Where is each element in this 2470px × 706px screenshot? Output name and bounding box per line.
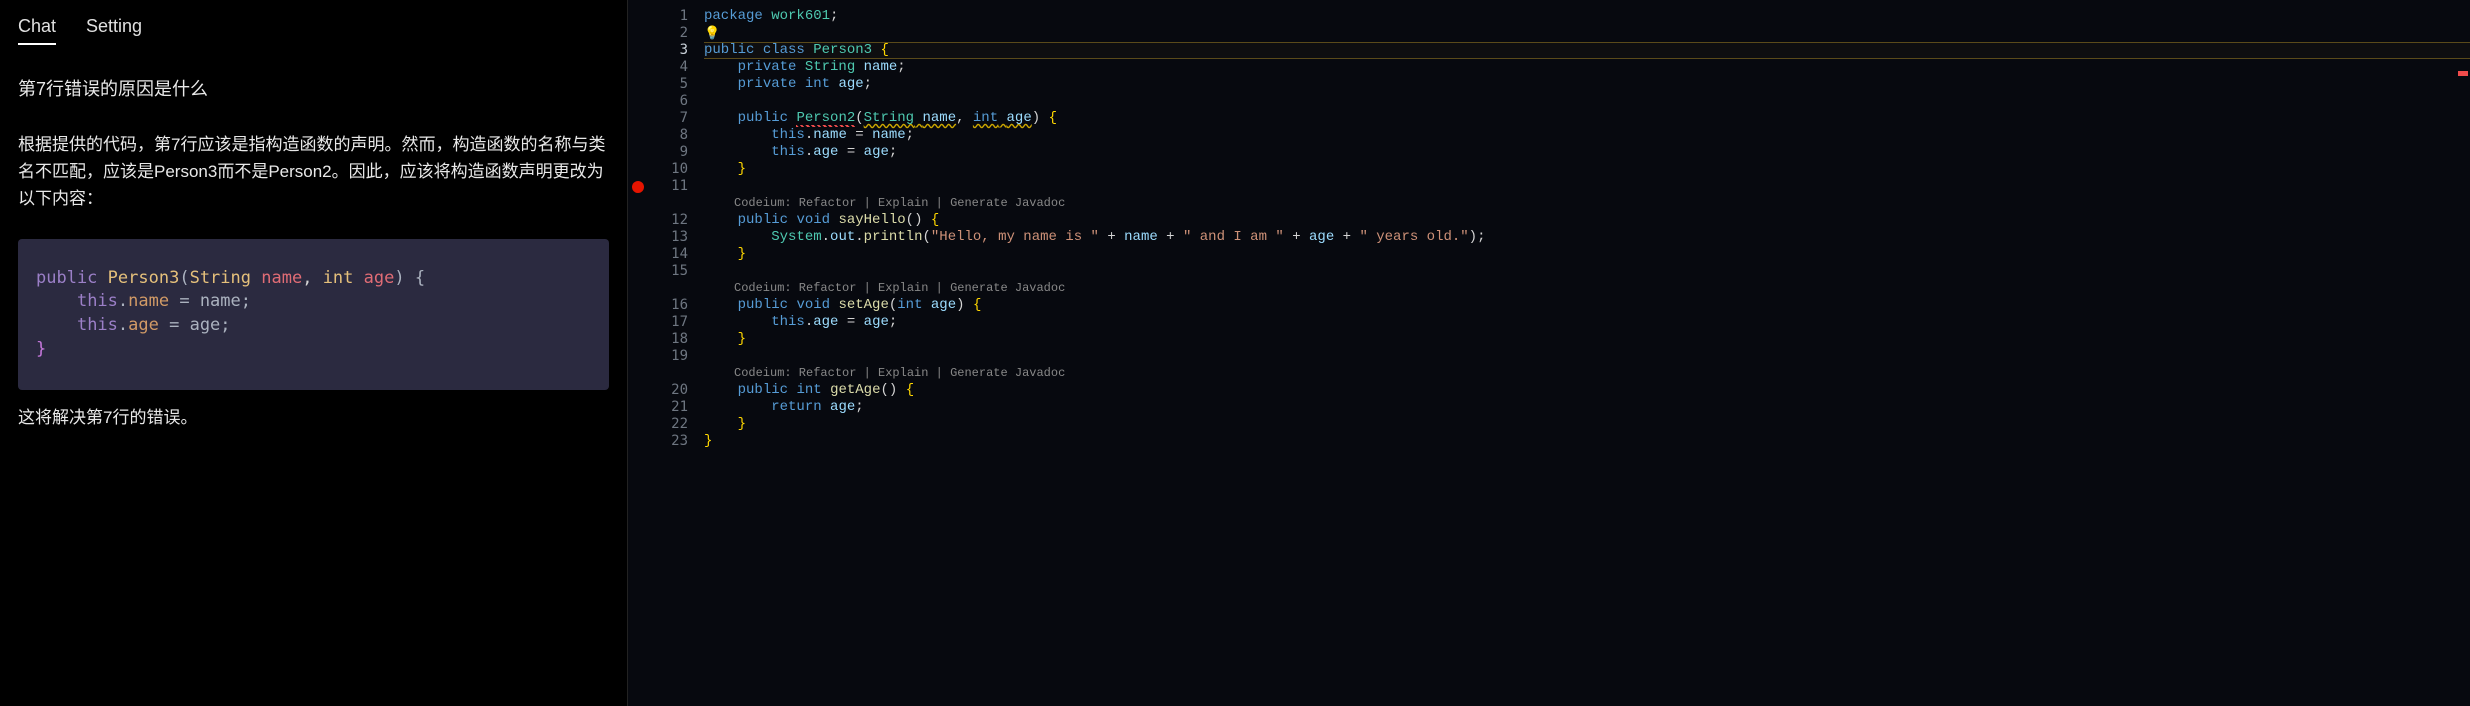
editor-tabbar (628, 0, 2470, 8)
tab-chat[interactable]: Chat (18, 10, 56, 45)
chat-panel: Chat Setting 第7行错误的原因是什么 根据提供的代码，第7行应该是指… (0, 0, 627, 706)
editor-body[interactable]: 1234567891011121314151617181920212223 pa… (628, 8, 2470, 706)
minimap[interactable] (2390, 16, 2470, 136)
codelens[interactable]: Codeium: Refactor | Explain | Generate J… (704, 195, 2470, 212)
line-numbers: 1234567891011121314151617181920212223 (650, 8, 698, 706)
code-editor: 1234567891011121314151617181920212223 pa… (627, 0, 2470, 706)
suggested-code-block: public Person3(String name, int age) { t… (18, 239, 609, 390)
codelens[interactable]: Codeium: Refactor | Explain | Generate J… (704, 365, 2470, 382)
error-marker[interactable] (2458, 71, 2468, 76)
breakpoint-column[interactable] (628, 8, 650, 706)
tab-setting[interactable]: Setting (86, 10, 142, 45)
user-question: 第7行错误的原因是什么 (18, 75, 609, 101)
codelens[interactable]: Codeium: Refactor | Explain | Generate J… (704, 280, 2470, 297)
assistant-answer-1: 根据提供的代码，第7行应该是指构造函数的声明。然而，构造函数的名称与类名不匹配，… (18, 131, 609, 213)
breakpoint-icon[interactable] (632, 181, 644, 193)
code-area[interactable]: package work601;💡public class Person3 { … (698, 8, 2470, 706)
lightbulb-icon[interactable]: 💡 (704, 26, 720, 41)
chat-tabs: Chat Setting (18, 10, 609, 45)
assistant-answer-2: 这将解决第7行的错误。 (18, 404, 609, 431)
